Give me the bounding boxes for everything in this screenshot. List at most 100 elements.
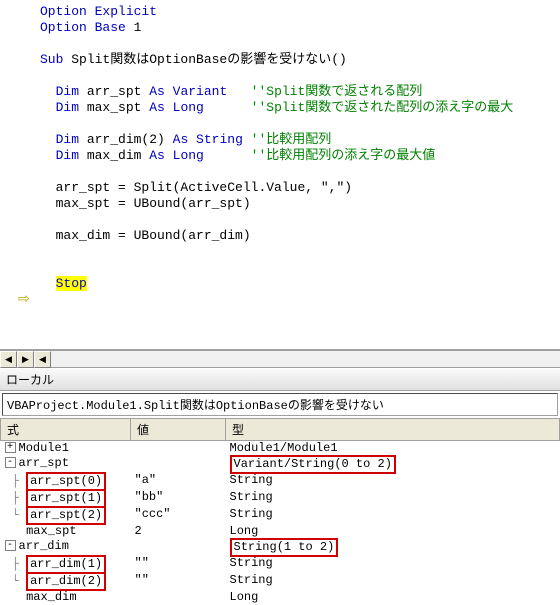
code-line[interactable]: max_dim = UBound(arr_dim) [40,228,560,244]
table-row[interactable]: └ arr_dim(2) "" String [1,573,560,590]
code-line[interactable]: max_spt = UBound(arr_spt) [40,196,560,212]
locals-window-title: ローカル [0,368,560,391]
chevron-right-icon: ▶ [22,355,29,365]
keyword: Dim [56,84,87,99]
highlighted-expr: arr_dim(2) [26,572,106,591]
code-line-blank[interactable] [40,116,560,132]
highlighted-expr: arr_spt(2) [26,506,106,525]
value-cell: "bb" [131,490,226,507]
value-cell: 2 [131,524,226,539]
type-cell: String [226,490,560,507]
code-line[interactable]: Sub Split関数はOptionBaseの影響を受けない() [40,52,560,68]
code-text: max_dim = UBound(arr_dim) [56,228,251,243]
code-text: arr_dim(2) [87,132,173,147]
code-line[interactable]: Dim max_spt As Long ''Split関数で返された配列の添え字… [40,100,560,116]
table-row[interactable]: ├ arr_spt(0) "a" String [1,473,560,490]
chevron-left-icon: ◀ [5,355,12,365]
code-line[interactable]: Dim arr_dim(2) As String ''比較用配列 [40,132,560,148]
table-row[interactable]: -arr_spt Variant/String(0 to 2) [1,456,560,473]
scroll-left-button[interactable]: ◀ [0,351,17,368]
expr-cell: max_dim [26,590,76,604]
collapse-icon[interactable]: - [5,540,16,551]
code-text: 1 [134,20,142,35]
locals-table: 式 値 型 +Module1 Module1/Module1 -arr_spt … [0,418,560,605]
execution-pointer-icon: ⇨ [18,292,30,308]
locals-context[interactable]: VBAProject.Module1.Split関数はOptionBaseの影響… [2,393,558,416]
code-line[interactable]: Dim arr_spt As Variant ''Split関数で返される配列 [40,84,560,100]
keyword: As Long [149,100,204,115]
table-row[interactable]: +Module1 Module1/Module1 [1,441,560,457]
code-text: max_spt = UBound(arr_spt) [56,196,251,211]
keyword: As Long [149,148,204,163]
chevron-left-icon: ◀ [39,355,46,365]
code-line-blank[interactable] [40,68,560,84]
code-pane: ⇨ Option Explicit Option Base 1 Sub Spli… [0,0,560,350]
code-text: arr_spt = Split(ActiveCell.Value, ",") [56,180,352,195]
code-line-blank[interactable] [40,260,560,276]
type-cell: Module1/Module1 [226,441,560,457]
value-cell: "ccc" [131,507,226,524]
highlighted-type: Variant/String(0 to 2) [230,455,396,474]
scroll-track[interactable] [51,351,560,367]
code-line-blank[interactable] [40,244,560,260]
expr-cell: max_spt [26,524,76,538]
tree-branch-icon: ├ [5,474,27,488]
code-line[interactable]: Option Explicit [40,4,560,20]
table-row[interactable]: -arr_dim String(1 to 2) [1,539,560,556]
code-line[interactable]: Option Base 1 [40,20,560,36]
keyword: Option Explicit [40,4,157,19]
scroll-left-button[interactable]: ◀ [34,351,51,368]
scroll-right-button[interactable]: ▶ [17,351,34,368]
keyword: As Variant [149,84,227,99]
table-row[interactable]: ├ arr_spt(1) "bb" String [1,490,560,507]
code-text: max_spt [87,100,149,115]
value-cell: "" [131,573,226,590]
code-line-blank[interactable] [40,164,560,180]
header-value[interactable]: 値 [131,419,226,441]
expr-cell: arr_spt [19,456,69,470]
type-cell: String [226,507,560,524]
keyword: Option Base [40,20,134,35]
code-line-blank[interactable] [40,36,560,52]
code-text: Split関数はOptionBaseの影響を受けない() [71,52,347,67]
type-cell: String [226,473,560,490]
comment: ''Split関数で返された配列の添え字の最大 [204,100,513,115]
expr-cell: Module1 [19,441,69,455]
value-cell: "" [131,556,226,573]
stop-statement: Stop [56,276,87,291]
keyword: As String [173,132,243,147]
comment: ''比較用配列 [243,132,331,147]
tree-branch-icon: └ [5,574,27,588]
tree-branch-icon: ├ [5,491,27,505]
locals-header-row: 式 値 型 [1,419,560,441]
code-line-blank[interactable] [40,212,560,228]
tree-branch-icon: ├ [5,557,27,571]
code-line[interactable]: arr_spt = Split(ActiveCell.Value, ",") [40,180,560,196]
tree-indent [5,590,27,604]
collapse-icon[interactable]: - [5,457,16,468]
header-type[interactable]: 型 [226,419,560,441]
code-text: arr_spt [87,84,149,99]
type-cell: String [226,573,560,590]
type-cell: Long [226,524,560,539]
tree-indent [5,524,27,538]
keyword: Dim [56,100,87,115]
type-cell: String [226,556,560,573]
comment: ''比較用配列の添え字の最大値 [204,148,435,163]
highlighted-type: String(1 to 2) [230,538,339,557]
code-line[interactable]: Dim max_dim As Long ''比較用配列の添え字の最大値 [40,148,560,164]
comment: ''Split関数で返される配列 [227,84,422,99]
code-line-stop[interactable]: Stop [40,276,560,292]
keyword: Dim [56,148,87,163]
expand-icon[interactable]: + [5,442,16,453]
table-row[interactable]: └ arr_spt(2) "ccc" String [1,507,560,524]
type-cell: Long [226,590,560,605]
code-horizontal-scrollbar[interactable]: ◀ ▶ ◀ [0,350,560,368]
code-text: max_dim [87,148,149,163]
keyword: Dim [56,132,87,147]
table-row[interactable]: ├ arr_dim(1) "" String [1,556,560,573]
table-row[interactable]: max_spt 2 Long [1,524,560,539]
header-expression[interactable]: 式 [1,419,131,441]
value-cell: "a" [131,473,226,490]
table-row[interactable]: max_dim Long [1,590,560,605]
